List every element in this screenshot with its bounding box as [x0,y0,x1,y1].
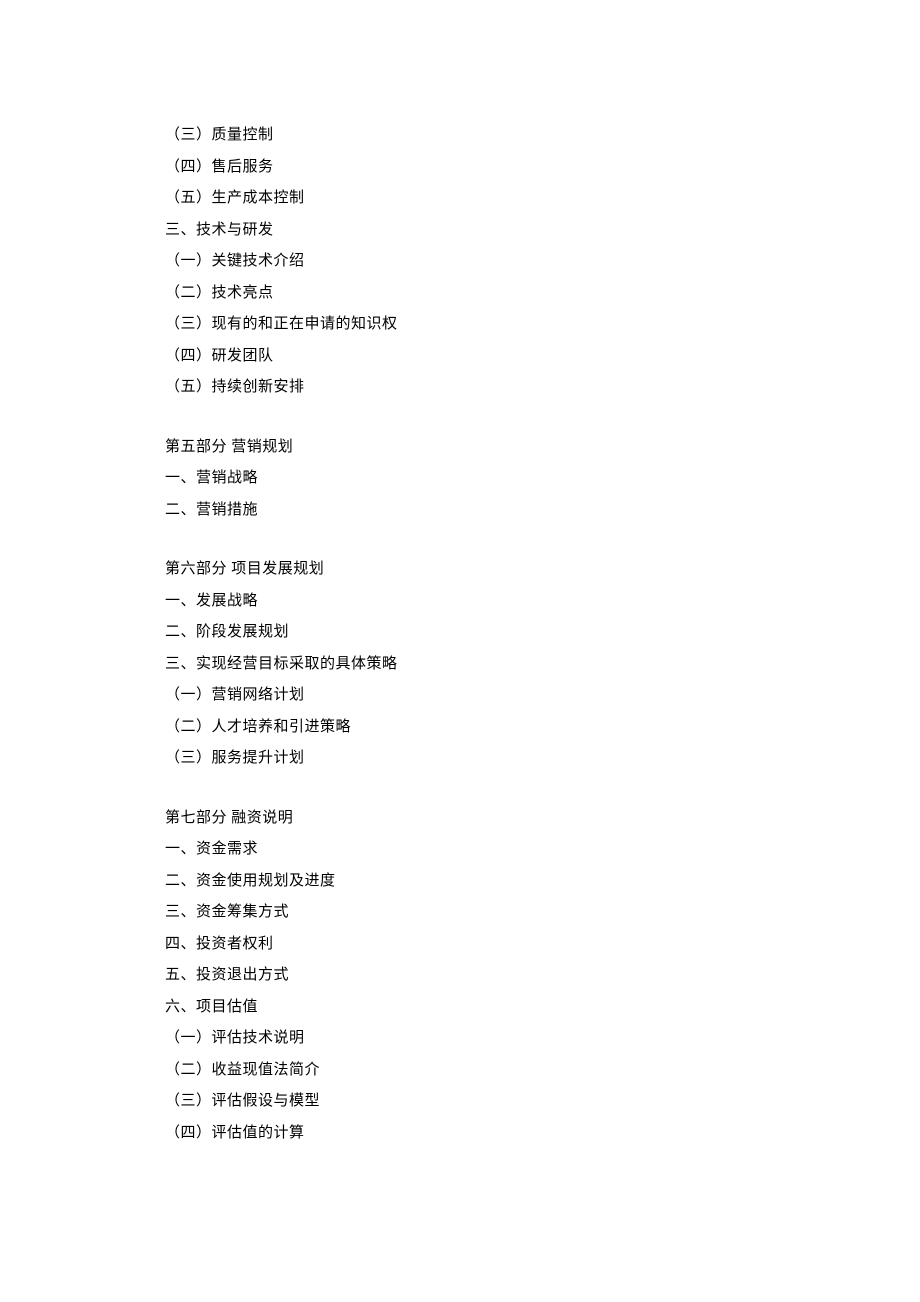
toc-line: 三、技术与研发 [165,215,765,247]
toc-line: （二）技术亮点 [165,278,765,310]
toc-line: （一）评估技术说明 [165,1023,765,1055]
section-heading: 第六部分 项目发展规划 [165,554,765,586]
toc-line: 二、营销措施 [165,495,765,527]
toc-line: （四）研发团队 [165,341,765,373]
toc-line: 五、投资退出方式 [165,960,765,992]
toc-line: 三、实现经营目标采取的具体策略 [165,649,765,681]
toc-line: （五）持续创新安排 [165,372,765,404]
toc-line: （一）营销网络计划 [165,680,765,712]
toc-line: 一、资金需求 [165,834,765,866]
toc-line: （三）质量控制 [165,120,765,152]
document-content: （三）质量控制 （四）售后服务 （五）生产成本控制 三、技术与研发 （一）关键技… [165,120,765,1149]
toc-line: 四、投资者权利 [165,929,765,961]
toc-line: 一、发展战略 [165,586,765,618]
toc-line: （五）生产成本控制 [165,183,765,215]
toc-line: （四）评估值的计算 [165,1118,765,1150]
toc-line: 一、营销战略 [165,463,765,495]
toc-line: （三）服务提升计划 [165,743,765,775]
section-heading: 第五部分 营销规划 [165,432,765,464]
toc-line: （二）人才培养和引进策略 [165,712,765,744]
section-heading: 第七部分 融资说明 [165,803,765,835]
toc-line: 二、资金使用规划及进度 [165,866,765,898]
toc-line: 二、阶段发展规划 [165,617,765,649]
toc-line: （三）评估假设与模型 [165,1086,765,1118]
toc-line: （一）关键技术介绍 [165,246,765,278]
toc-line: （四）售后服务 [165,152,765,184]
toc-line: 六、项目估值 [165,992,765,1024]
toc-line: （三）现有的和正在申请的知识权 [165,309,765,341]
toc-line: （二）收益现值法简介 [165,1055,765,1087]
toc-line: 三、资金筹集方式 [165,897,765,929]
